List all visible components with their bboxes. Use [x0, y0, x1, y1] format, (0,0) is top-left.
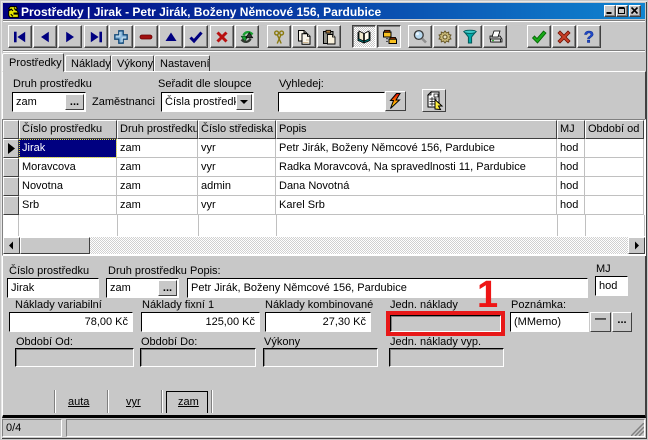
svg-text:?: ?	[584, 29, 594, 45]
